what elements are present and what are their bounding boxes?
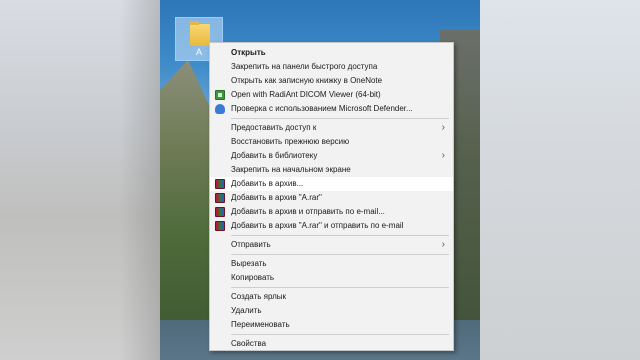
menu-item[interactable]: Закрепить на панели быстрого доступа xyxy=(210,60,453,74)
menu-item-label: Open with RadiAnt DICOM Viewer (64-bit) xyxy=(231,90,381,99)
menu-item-label: Добавить в архив "A.rar" xyxy=(231,193,322,202)
context-menu: Открыть Закрепить на панели быстрого дост… xyxy=(209,42,454,351)
menu-item-label: Открыть как записную книжку в OneNote xyxy=(231,76,383,85)
menu-item-label: Проверка с использованием Microsoft Defe… xyxy=(231,104,413,113)
menu-separator xyxy=(231,334,449,335)
menu-item-label: Добавить в архив... xyxy=(231,179,304,188)
menu-separator xyxy=(231,254,449,255)
video-side-blur-left xyxy=(0,0,160,360)
menu-item-label: Закрепить на панели быстрого доступа xyxy=(231,62,378,71)
menu-separator xyxy=(231,235,449,236)
menu-item-label: Удалить xyxy=(231,306,262,315)
menu-item[interactable]: Создать ярлык xyxy=(210,290,453,304)
menu-item-label: Переименовать xyxy=(231,320,290,329)
menu-item[interactable]: Предоставить доступ к › xyxy=(210,121,453,135)
radiant-icon xyxy=(215,90,225,100)
menu-item[interactable]: Добавить в архив "A.rar" xyxy=(210,191,453,205)
menu-item-label: Создать ярлык xyxy=(231,292,287,301)
menu-item-label: Свойства xyxy=(231,339,267,348)
menu-item-label: Предоставить доступ к xyxy=(231,123,317,132)
folder-icon xyxy=(190,21,210,46)
video-side-blur-right xyxy=(480,0,640,360)
menu-item-label: Вырезать xyxy=(231,259,267,268)
menu-item[interactable]: Вырезать xyxy=(210,257,453,271)
menu-item[interactable]: Копировать xyxy=(210,271,453,285)
menu-item[interactable]: Open with RadiAnt DICOM Viewer (64-bit) xyxy=(210,88,453,102)
winrar-icon xyxy=(215,207,225,217)
menu-item[interactable]: Закрепить на начальном экране xyxy=(210,163,453,177)
menu-item[interactable]: Переименовать xyxy=(210,318,453,332)
chevron-right-icon: › xyxy=(441,239,445,250)
menu-item[interactable]: Добавить в архив и отправить по e-mail..… xyxy=(210,205,453,219)
menu-item[interactable]: Проверка с использованием Microsoft Defe… xyxy=(210,102,453,116)
menu-item-label: Открыть xyxy=(231,48,266,57)
chevron-right-icon: › xyxy=(441,122,445,133)
menu-item-label: Копировать xyxy=(231,273,275,282)
menu-item[interactable]: Открыть как записную книжку в OneNote xyxy=(210,74,453,88)
menu-separator xyxy=(231,287,449,288)
defender-shield-icon xyxy=(215,104,225,114)
menu-item[interactable]: Удалить xyxy=(210,304,453,318)
menu-item-label: Восстановить прежнюю версию xyxy=(231,137,350,146)
chevron-right-icon: › xyxy=(441,150,445,161)
menu-item[interactable]: Отправить › xyxy=(210,238,453,252)
menu-separator xyxy=(231,118,449,119)
menu-item[interactable]: Добавить в архив "A.rar" и отправить по … xyxy=(210,219,453,233)
menu-item-label: Добавить в архив "A.rar" и отправить по … xyxy=(231,221,404,230)
menu-item[interactable]: Добавить в библиотеку › xyxy=(210,149,453,163)
menu-item-label: Добавить в архив и отправить по e-mail..… xyxy=(231,207,385,216)
menu-item-label: Отправить xyxy=(231,240,271,249)
winrar-icon xyxy=(215,193,225,203)
winrar-icon xyxy=(215,179,225,189)
menu-item-label: Закрепить на начальном экране xyxy=(231,165,351,174)
menu-item[interactable]: Свойства xyxy=(210,337,453,351)
menu-item-label: Добавить в библиотеку xyxy=(231,151,318,160)
menu-item[interactable]: Открыть xyxy=(210,46,453,60)
menu-item[interactable]: Восстановить прежнюю версию xyxy=(210,135,453,149)
winrar-icon xyxy=(215,221,225,231)
menu-item[interactable]: Добавить в архив... xyxy=(210,177,453,191)
